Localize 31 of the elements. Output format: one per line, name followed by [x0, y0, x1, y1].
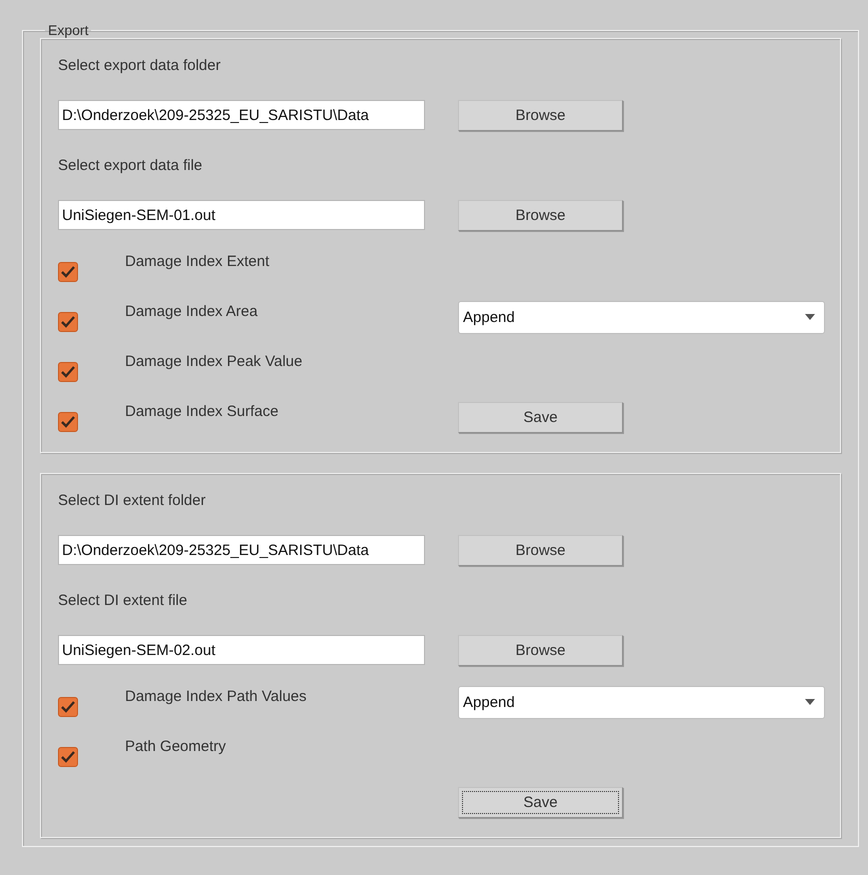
field-label: Select export data folder [58, 56, 221, 74]
path-field[interactable]: D:\Onderzoek\209-25325_EU_SARISTU\Data [58, 535, 425, 565]
caret-icon [805, 314, 815, 320]
checkbox[interactable] [58, 696, 78, 716]
path-field[interactable]: UniSiegen-SEM-02.out [58, 635, 425, 665]
mode-dropdown[interactable]: Append [458, 686, 825, 718]
path-field[interactable]: D:\Onderzoek\209-25325_EU_SARISTU\Data [58, 100, 425, 130]
checkbox-label: Damage Index Extent [125, 252, 270, 270]
save-button[interactable]: Save [458, 402, 623, 432]
checkbox-label: Damage Index Peak Value [125, 352, 302, 370]
browse-button[interactable]: Browse [458, 200, 623, 230]
browse-button[interactable]: Browse [458, 534, 623, 566]
checkbox-label: Damage Index Area [125, 302, 258, 320]
path-field[interactable]: UniSiegen-SEM-01.out [58, 200, 425, 230]
checkbox-label: Damage Index Path Values [125, 688, 307, 704]
checkbox[interactable] [58, 312, 78, 332]
caret-icon [805, 699, 815, 705]
browse-button[interactable]: Browse [458, 100, 623, 130]
field-label: Select DI extent folder [58, 492, 206, 508]
field-label: Select DI extent file [58, 592, 188, 608]
group-title: Export [47, 22, 90, 38]
mode-dropdown[interactable]: Append [458, 300, 825, 334]
checkbox[interactable] [58, 362, 78, 382]
field-label: Select export data file [58, 156, 202, 174]
checkbox[interactable] [58, 262, 78, 282]
browse-button[interactable]: Browse [458, 634, 623, 666]
checkbox[interactable] [58, 412, 78, 432]
checkbox-label: Damage Index Surface [125, 402, 278, 420]
checkbox[interactable] [58, 746, 78, 766]
save-button[interactable]: Save [458, 786, 623, 818]
checkbox-label: Path Geometry [125, 738, 226, 754]
